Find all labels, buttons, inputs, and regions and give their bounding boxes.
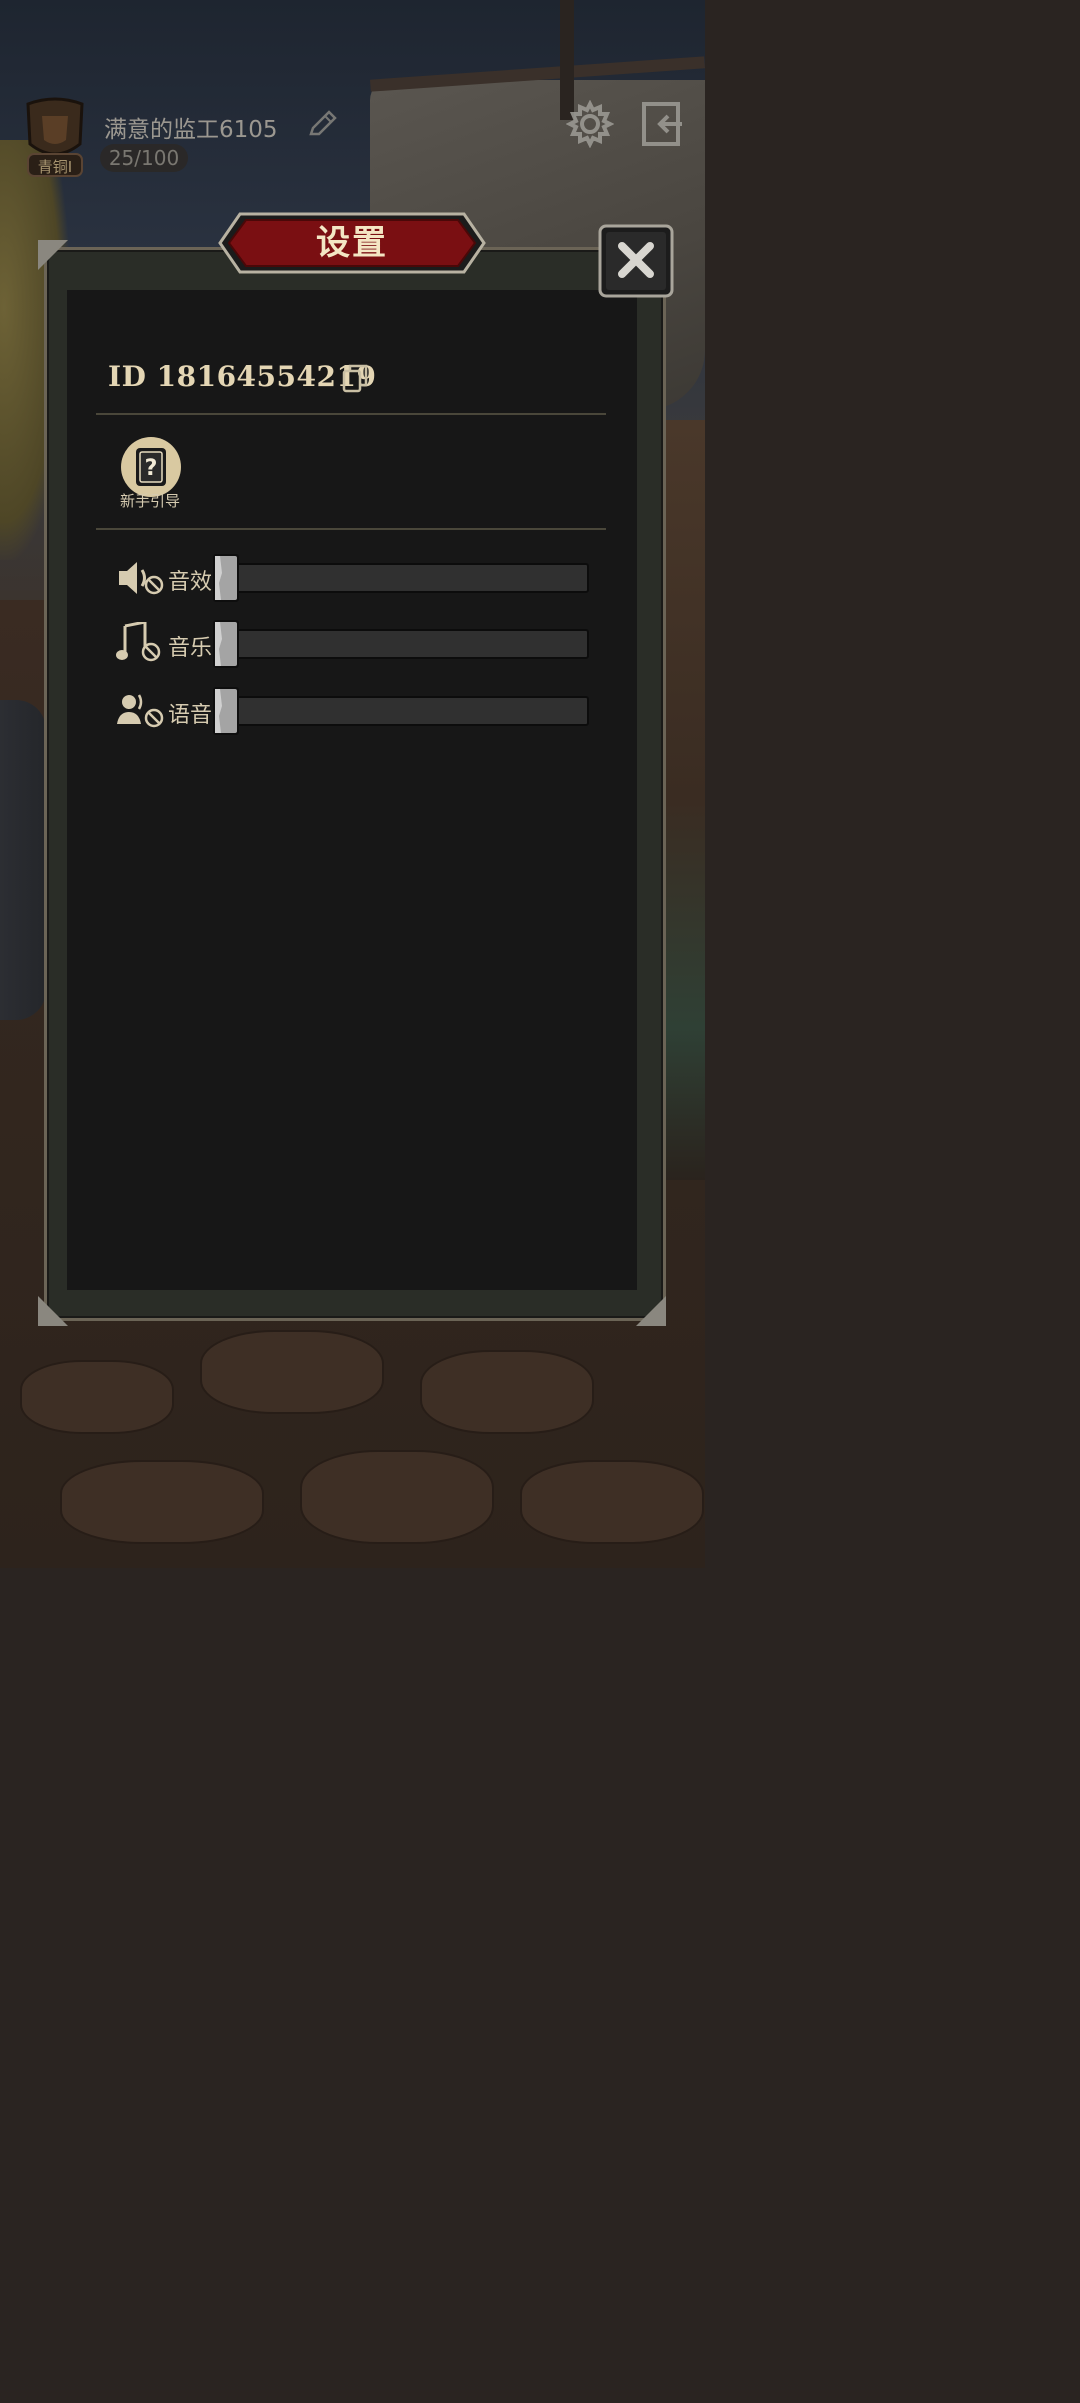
rank-badge[interactable]: 青铜I (22, 96, 88, 186)
tutorial-label: 新手引导 (119, 492, 180, 510)
background-character (0, 700, 46, 1020)
music-label: 音乐 (168, 636, 213, 661)
slider-handle[interactable] (212, 619, 240, 669)
music-slider[interactable] (214, 629, 589, 659)
voice-muted-icon[interactable] (117, 690, 165, 730)
svg-text:?: ? (145, 456, 158, 481)
sound-effects-label: 音效 (168, 570, 213, 595)
player-name: 满意的监工6105 (104, 117, 278, 143)
rank-label: 青铜I (37, 158, 73, 176)
background-props (662, 420, 705, 1180)
music-muted-icon[interactable] (115, 620, 163, 662)
slider-handle[interactable] (212, 686, 240, 736)
voice-slider[interactable] (214, 696, 589, 726)
sound-effects-slider[interactable] (214, 563, 589, 593)
gear-icon[interactable] (565, 99, 615, 149)
copy-icon[interactable] (340, 362, 370, 394)
xp-counter: 25/100 (100, 144, 188, 172)
player-id: ID 18164554219 (108, 360, 377, 393)
speaker-muted-icon[interactable] (117, 558, 165, 598)
tutorial-button[interactable]: ? (121, 437, 181, 497)
divider-top (96, 413, 606, 415)
close-button[interactable] (598, 224, 674, 298)
slider-handle[interactable] (212, 553, 240, 603)
divider-bottom (96, 528, 606, 530)
help-book-icon: ? (136, 448, 166, 486)
edit-name-icon[interactable] (305, 108, 339, 142)
dialog-title: 设置 (316, 223, 388, 263)
voice-label: 语音 (168, 703, 213, 728)
logout-icon[interactable] (638, 100, 688, 150)
